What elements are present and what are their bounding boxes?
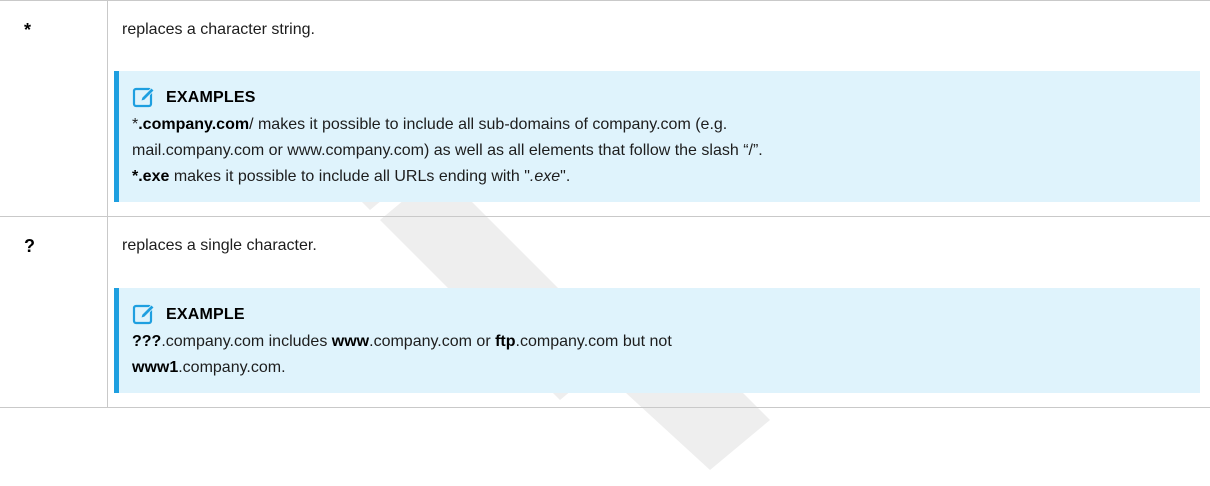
note-title: EXAMPLE xyxy=(166,306,245,323)
symbol-question-mark: ? xyxy=(24,236,35,256)
symbol-asterisk: * xyxy=(24,20,32,40)
note-title: EXAMPLES xyxy=(166,89,256,106)
note-header: EXAMPLES xyxy=(132,85,1184,111)
pencil-edit-icon xyxy=(132,304,155,325)
note-header: EXAMPLE xyxy=(132,302,1184,328)
example-line: mail.company.com or www.company.com) as … xyxy=(132,142,763,159)
example-bold: ftp xyxy=(495,333,516,350)
example-text: .company.com. xyxy=(178,359,286,376)
example-line: www1.company.com. xyxy=(132,355,1184,381)
description-cell: replaces a single character. EXAMPLE ???… xyxy=(107,216,1210,408)
description-text: replaces a character string. xyxy=(122,21,315,38)
example-line: *.exe makes it possible to include all U… xyxy=(132,164,1184,190)
example-bold: ??? xyxy=(132,333,162,350)
table-row: ? replaces a single character. EXAMPLE ?… xyxy=(0,216,1210,408)
example-text: / makes it possible to include all sub-d… xyxy=(249,116,728,133)
example-line: *.company.com/ makes it possible to incl… xyxy=(132,112,1184,138)
example-text: .company.com but not xyxy=(515,333,672,350)
symbol-cell: * xyxy=(0,0,108,217)
wildcard-table: * replaces a character string. EXAMPLES … xyxy=(0,0,1210,408)
table-row: * replaces a character string. EXAMPLES … xyxy=(0,0,1210,217)
examples-note: EXAMPLES *.company.com/ makes it possibl… xyxy=(114,71,1200,202)
example-text: makes it possible to include all URLs en… xyxy=(169,168,530,185)
description-cell: replaces a character string. EXAMPLES *.… xyxy=(107,0,1210,217)
example-bold: www xyxy=(331,333,370,350)
pencil-edit-icon xyxy=(132,87,155,108)
example-text: .company.com or xyxy=(369,333,496,350)
example-italic: .exe xyxy=(529,168,561,185)
example-line: ???.company.com includes www.company.com… xyxy=(132,329,1184,355)
example-bold: *.exe xyxy=(132,168,170,185)
example-note: EXAMPLE ???.company.com includes www.com… xyxy=(114,288,1200,393)
symbol-cell: ? xyxy=(0,216,108,408)
description-text: replaces a single character. xyxy=(122,237,317,254)
example-text: ". xyxy=(560,168,571,185)
example-bold: www1 xyxy=(132,359,179,376)
example-text: .company.com includes xyxy=(161,333,332,350)
example-bold: .company.com xyxy=(138,116,250,133)
